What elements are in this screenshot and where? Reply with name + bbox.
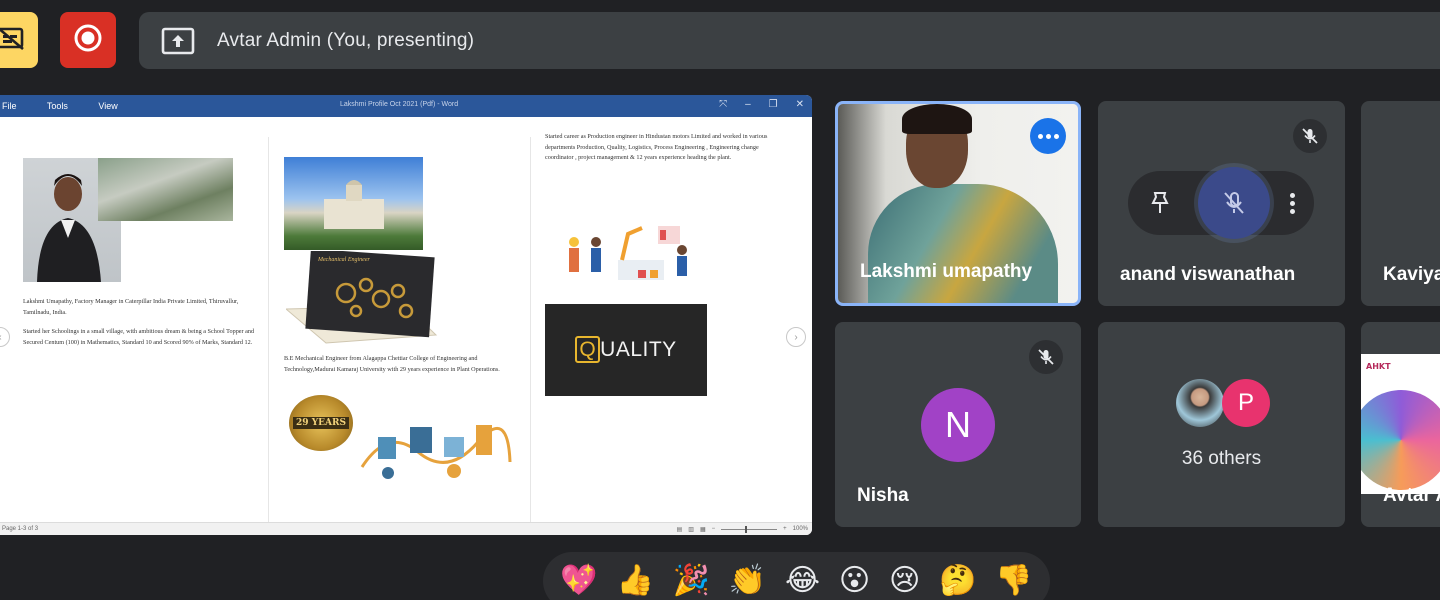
more-options-icon[interactable] <box>1030 118 1066 154</box>
record-icon <box>73 23 103 58</box>
word-titlebar: File Tools View Lakshmi Profile Oct 2021… <box>0 95 812 117</box>
zoom-level: 100% <box>792 526 808 532</box>
prev-page-arrow-icon[interactable]: ‹ <box>0 327 10 347</box>
present-screen-icon[interactable] <box>161 24 195 58</box>
next-page-arrow-icon[interactable]: › <box>786 327 806 347</box>
company-logo: AHKT <box>1366 362 1391 371</box>
menu-file[interactable]: File <box>2 101 17 111</box>
machinery-illustration <box>358 407 513 485</box>
reaction-tears-of-joy[interactable]: 😂 <box>785 566 820 596</box>
column-divider <box>268 137 269 522</box>
reaction-thumbs-up[interactable]: 👍 <box>617 566 654 596</box>
participant-tile-anand[interactable]: anand viswanathan <box>1098 101 1345 306</box>
quality-image: Q UALITY <box>545 304 707 396</box>
reaction-party-popper[interactable]: 🎉 <box>673 566 710 596</box>
tile-hover-controls <box>1128 167 1314 239</box>
fullscreen-icon[interactable]: ⤧ <box>719 99 727 110</box>
reaction-clapping[interactable]: 👏 <box>729 566 766 596</box>
web-layout-icon[interactable]: ▦ <box>700 526 706 533</box>
participant-video: AHKT <box>1361 354 1440 494</box>
college-photo <box>284 157 423 250</box>
schooling-text: Started her Schoolings in a small villag… <box>23 328 255 346</box>
quality-q: Q <box>575 336 601 363</box>
print-layout-icon[interactable]: ▥ <box>688 526 694 533</box>
zoom-in-icon[interactable]: + <box>783 526 787 532</box>
participant-name: anand viswanathan <box>1120 264 1296 285</box>
menu-view[interactable]: View <box>98 101 117 111</box>
reaction-thumbs-down[interactable]: 👎 <box>995 566 1032 596</box>
word-status-bar: Page 1-3 of 3 ▤ ▥ ▦ − + 100% <box>0 522 812 535</box>
participant-tile-avtar[interactable]: AHKT Avtar A <box>1361 322 1440 527</box>
participant-tile-nisha[interactable]: N Nisha <box>835 322 1081 527</box>
participant-tile-kaviya[interactable]: Kaviya <box>1361 101 1440 306</box>
document-page: Lakshmi Umapathy, Factory Manager in Cat… <box>0 117 812 522</box>
avatar: N <box>921 388 995 462</box>
captions-button[interactable] <box>0 12 38 68</box>
participant-tile-others[interactable]: P 36 others <box>1098 322 1345 527</box>
participant-tile-lakshmi[interactable]: Lakshmi umapathy <box>835 101 1081 306</box>
participant-name: Lakshmi umapathy <box>860 261 1033 282</box>
badge-label: 29 YEARS <box>293 417 349 429</box>
column-divider <box>530 137 531 522</box>
page-count: Page 1-3 of 3 <box>2 526 39 532</box>
minimize-icon[interactable]: – <box>745 99 751 110</box>
years-experience-badge: 29 YEARS <box>289 395 353 451</box>
read-mode-icon[interactable]: ▤ <box>677 526 683 533</box>
reaction-sparkling-heart[interactable]: 💖 <box>560 566 597 596</box>
pin-icon[interactable] <box>1146 189 1174 217</box>
shared-screen: File Tools View Lakshmi Profile Oct 2021… <box>0 95 812 535</box>
reactions-bar: 💖 👍 🎉 👏 😂 😮 😢 🤔 👎 <box>543 552 1050 600</box>
mic-off-icon <box>1293 119 1327 153</box>
captions-off-icon <box>0 25 25 56</box>
menu-tools[interactable]: Tools <box>47 101 68 111</box>
profile-intro-text: Lakshmi Umapathy, Factory Manager in Cat… <box>23 298 239 316</box>
close-icon[interactable]: ✕ <box>796 99 804 110</box>
mic-off-icon <box>1029 340 1063 374</box>
others-count: 36 others <box>1181 448 1262 469</box>
avatar <box>1176 379 1224 427</box>
zoom-out-icon[interactable]: − <box>712 526 716 532</box>
quality-text: UALITY <box>600 338 677 361</box>
participant-name: Kaviya <box>1383 264 1440 285</box>
avatar: P <box>1222 379 1270 427</box>
restore-icon[interactable]: ❐ <box>769 99 778 110</box>
mute-participant-button[interactable] <box>1198 167 1270 239</box>
reaction-crying[interactable]: 😢 <box>889 566 920 596</box>
career-text: Started career as Production engineer in… <box>545 133 768 161</box>
participant-name: Avtar A <box>1383 485 1440 506</box>
document-title: Lakshmi Profile Oct 2021 (Pdf) - Word <box>340 101 459 108</box>
reaction-surprised[interactable]: 😮 <box>839 566 870 596</box>
mech-card-caption: Mechanical Engineer <box>318 257 370 263</box>
participant-menu-icon[interactable] <box>1290 192 1295 214</box>
zoom-slider[interactable] <box>721 525 778 533</box>
reaction-thinking[interactable]: 🤔 <box>939 566 976 596</box>
factory-aerial-photo <box>98 158 233 221</box>
presenting-banner: Avtar Admin (You, presenting) <box>139 12 1440 69</box>
presenting-label: Avtar Admin (You, presenting) <box>217 29 475 51</box>
record-button[interactable] <box>60 12 116 68</box>
robotics-illustration <box>562 220 692 288</box>
participant-name: Nisha <box>857 485 909 506</box>
education-text: B.E Mechanical Engineer from Alagappa Ch… <box>284 355 500 373</box>
